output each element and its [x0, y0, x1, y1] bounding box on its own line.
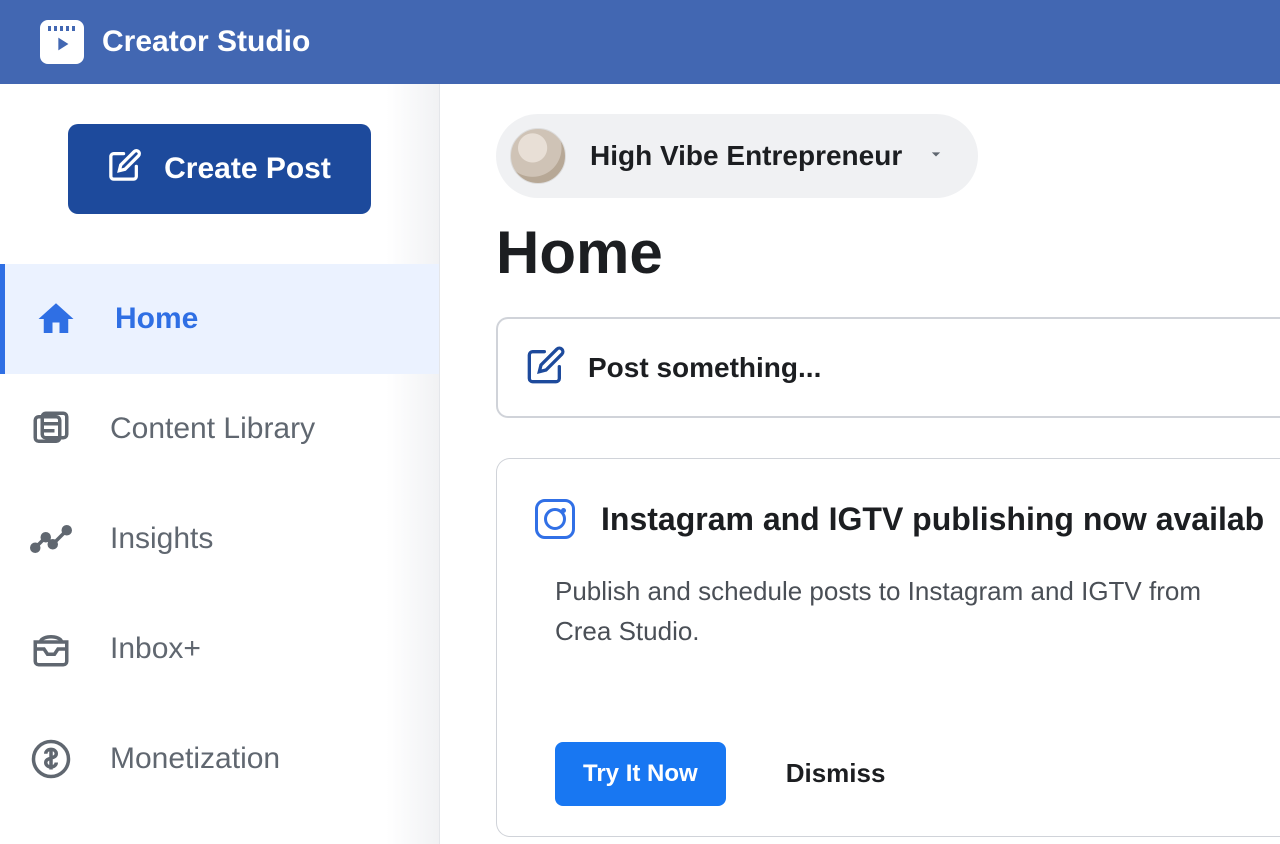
- account-name: High Vibe Entrepreneur: [590, 140, 902, 172]
- sidebar-item-label: Content Library: [110, 412, 315, 446]
- inbox-icon: [28, 626, 74, 672]
- sidebar: Create Post Home Content Library Insight…: [0, 84, 440, 844]
- promo-card: Instagram and IGTV publishing now availa…: [496, 458, 1280, 837]
- create-post-button[interactable]: Create Post: [68, 124, 371, 214]
- app-logo-icon: [40, 20, 84, 64]
- chevron-down-icon: [926, 144, 946, 169]
- promo-title: Instagram and IGTV publishing now availa…: [601, 501, 1264, 538]
- compose-icon: [108, 148, 142, 190]
- create-post-label: Create Post: [164, 152, 331, 186]
- dismiss-button[interactable]: Dismiss: [786, 758, 886, 789]
- sidebar-item-label: Insights: [110, 522, 213, 556]
- sidebar-item-monetization[interactable]: Monetization: [0, 704, 439, 814]
- sidebar-item-insights[interactable]: Insights: [0, 484, 439, 594]
- insights-icon: [28, 516, 74, 562]
- promo-body: Publish and schedule posts to Instagram …: [535, 571, 1242, 652]
- sidebar-item-label: Inbox+: [110, 632, 201, 666]
- monetization-icon: [28, 736, 74, 782]
- app-header: Creator Studio: [0, 0, 1280, 84]
- library-icon: [28, 406, 74, 452]
- home-icon: [33, 296, 79, 342]
- app-title: Creator Studio: [102, 25, 310, 59]
- sidebar-item-home[interactable]: Home: [0, 264, 439, 374]
- sidebar-item-content-library[interactable]: Content Library: [0, 374, 439, 484]
- sidebar-item-inbox[interactable]: Inbox+: [0, 594, 439, 704]
- post-placeholder: Post something...: [588, 352, 821, 384]
- sidebar-item-label: Home: [115, 302, 198, 336]
- compose-icon: [526, 345, 566, 390]
- instagram-icon: [535, 499, 575, 539]
- page-title: Home: [496, 218, 1280, 287]
- avatar: [510, 128, 566, 184]
- post-something-box[interactable]: Post something...: [496, 317, 1280, 418]
- account-selector[interactable]: High Vibe Entrepreneur: [496, 114, 978, 198]
- main-content: High Vibe Entrepreneur Home Post somethi…: [440, 84, 1280, 844]
- sidebar-item-label: Monetization: [110, 742, 280, 776]
- try-it-now-button[interactable]: Try It Now: [555, 742, 726, 806]
